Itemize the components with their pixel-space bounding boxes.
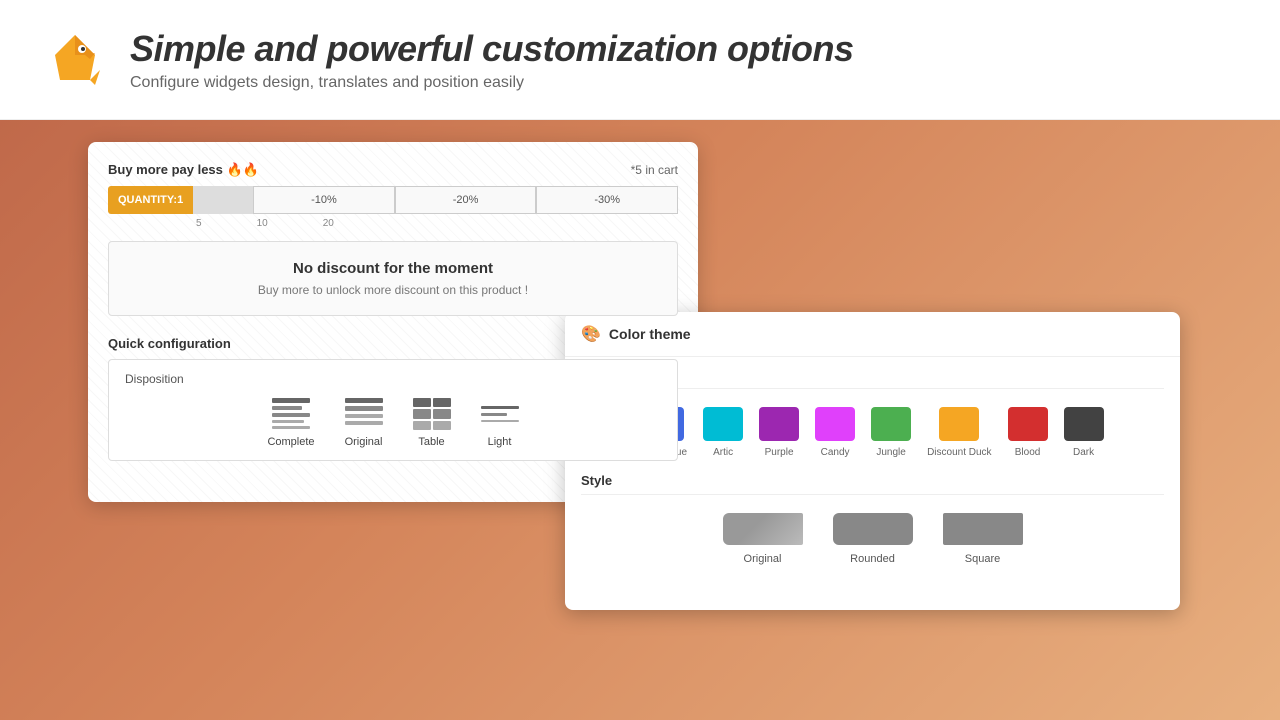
- rounded-style-label: Rounded: [850, 553, 895, 565]
- style-original[interactable]: Original: [723, 513, 803, 565]
- light-icon: [481, 398, 519, 430]
- segment-30: -30%: [536, 186, 678, 214]
- candy-label: Candy: [821, 447, 850, 459]
- discount-widget: Buy more pay less 🔥🔥 *5 in cart QUANTITY…: [108, 162, 678, 316]
- no-discount-title: No discount for the moment: [129, 260, 657, 277]
- bar-num-20: 20: [323, 218, 334, 229]
- original-style-swatch: [723, 513, 803, 545]
- page-subtitle: Configure widgets design, translates and…: [130, 74, 854, 92]
- main-area: Buy more pay less 🔥🔥 *5 in cart QUANTITY…: [0, 120, 1280, 720]
- segment-20: -20%: [395, 186, 537, 214]
- color-artic[interactable]: Artic: [703, 407, 743, 459]
- color-jungle[interactable]: Jungle: [871, 407, 911, 459]
- color-discount-duck[interactable]: Discount Duck: [927, 407, 991, 459]
- style-rounded[interactable]: Rounded: [833, 513, 913, 565]
- color-blood[interactable]: Blood: [1008, 407, 1048, 459]
- color-purple[interactable]: Purple: [759, 407, 799, 459]
- style-square[interactable]: Square: [943, 513, 1023, 565]
- jungle-swatch: [871, 407, 911, 441]
- disposition-label: Disposition: [125, 372, 661, 386]
- bar-num-10: 10: [257, 218, 268, 229]
- blood-swatch: [1008, 407, 1048, 441]
- header-text: Simple and powerful customization option…: [130, 28, 854, 92]
- buy-more-label: Buy more pay less 🔥🔥: [108, 162, 259, 178]
- bar-num-5: 5: [196, 218, 202, 229]
- cart-info: *5 in cart: [631, 163, 678, 177]
- rounded-style-swatch: [833, 513, 913, 545]
- style-options: Original Rounded Square: [581, 505, 1164, 571]
- no-discount-box: No discount for the moment Buy more to u…: [108, 241, 678, 316]
- jungle-label: Jungle: [876, 447, 905, 459]
- blood-label: Blood: [1015, 447, 1041, 459]
- color-dark[interactable]: Dark: [1064, 407, 1104, 459]
- discount-duck-swatch: [939, 407, 979, 441]
- quantity-filled-bar: [193, 186, 253, 214]
- disposition-panel: Disposition Complete: [108, 359, 678, 461]
- segment-10: -10%: [253, 186, 395, 214]
- complete-icon: [272, 398, 310, 430]
- dark-label: Dark: [1073, 447, 1094, 459]
- original-style-label: Original: [744, 553, 782, 565]
- candy-swatch: [815, 407, 855, 441]
- table-label: Table: [418, 436, 444, 448]
- quick-config-section: Quick configuration Disposition: [108, 336, 678, 461]
- logo: [40, 25, 110, 95]
- header: Simple and powerful customization option…: [0, 0, 1280, 120]
- disposition-table[interactable]: Table: [413, 398, 451, 448]
- complete-label: Complete: [267, 436, 314, 448]
- dark-swatch: [1064, 407, 1104, 441]
- original-icon: [345, 398, 383, 430]
- quick-config-title: Quick configuration: [108, 336, 678, 351]
- bar-numbers: 5 10 20: [188, 218, 678, 229]
- discount-duck-label: Discount Duck: [927, 447, 991, 459]
- disposition-complete[interactable]: Complete: [267, 398, 314, 448]
- square-style-swatch: [943, 513, 1023, 545]
- light-label: Light: [488, 436, 512, 448]
- purple-label: Purple: [765, 447, 794, 459]
- quantity-bar: QUANTITY:1 -10% -20% -30%: [108, 186, 678, 214]
- square-style-label: Square: [965, 553, 1000, 565]
- color-candy[interactable]: Candy: [815, 407, 855, 459]
- table-icon: [413, 398, 451, 430]
- no-discount-subtitle: Buy more to unlock more discount on this…: [129, 283, 657, 297]
- artic-label: Artic: [713, 447, 733, 459]
- disposition-original[interactable]: Original: [345, 398, 383, 448]
- disposition-light[interactable]: Light: [481, 398, 519, 448]
- style-section-label: Style: [581, 473, 1164, 495]
- original-label: Original: [345, 436, 383, 448]
- disposition-options: Complete Original: [125, 398, 661, 448]
- purple-swatch: [759, 407, 799, 441]
- artic-swatch: [703, 407, 743, 441]
- page-title: Simple and powerful customization option…: [130, 28, 854, 70]
- quantity-label: QUANTITY:1: [108, 186, 193, 214]
